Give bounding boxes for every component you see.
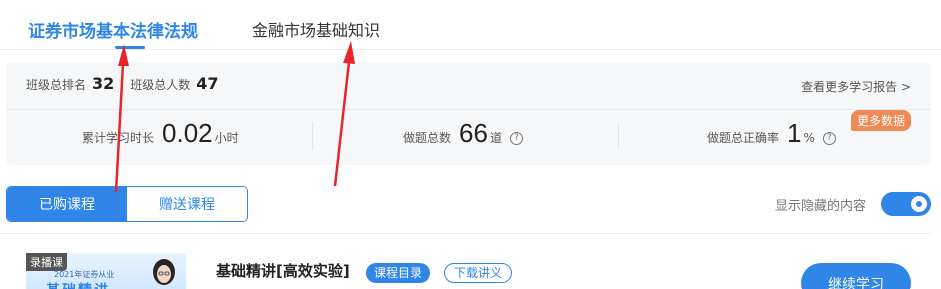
questions-unit: 道 <box>489 131 502 145</box>
accuracy-help-icon[interactable]: ? <box>822 132 836 145</box>
tab-securities-law[interactable]: 证券市场基本法律法规 <box>28 17 198 42</box>
download-handout-button[interactable]: 下载讲义 <box>444 263 513 283</box>
thumbnail-subtitle: 2021年证券从业 <box>54 270 115 279</box>
course-catalog-button[interactable]: 课程目录 <box>366 263 431 283</box>
course-title[interactable]: 基础精讲[高效实验] <box>216 260 350 281</box>
show-hidden-toggle[interactable] <box>881 192 931 216</box>
more-report-link[interactable]: 查看更多学习报告 > <box>801 78 911 95</box>
course-thumbnail[interactable]: 录播课 2021年证券从业 基础精讲 <box>26 253 186 289</box>
accuracy-label: 做题总正确率 <box>707 131 780 145</box>
study-time-label: 累计学习时长 <box>82 131 155 145</box>
questions-label: 做题总数 <box>403 131 452 145</box>
class-rank-value: 32 <box>92 74 115 93</box>
class-rank-label: 班级总排名 <box>26 78 87 92</box>
tab-financial-basics[interactable]: 金融市场基础知识 <box>252 17 380 41</box>
class-total-value: 47 <box>196 74 219 93</box>
list-divider <box>0 233 931 234</box>
purchased-courses-tab[interactable]: 已购课程 <box>7 187 127 221</box>
accuracy-unit: % <box>803 131 815 145</box>
accuracy-metric: 做题总正确率 1 % ? <box>707 118 836 149</box>
class-rank-row: 班级总排名 32 班级总人数 47 <box>26 74 235 96</box>
study-time-value: 0.02 <box>162 118 213 148</box>
metric-separator <box>618 122 619 150</box>
questions-help-icon[interactable]: ? <box>509 132 523 145</box>
toggle-knob <box>911 196 927 212</box>
stats-divider <box>6 109 931 110</box>
accuracy-value: 1 <box>787 118 802 148</box>
class-total-label: 班级总人数 <box>130 78 191 92</box>
more-data-badge[interactable]: 更多数据 <box>850 110 911 131</box>
subject-tabs: 证券市场基本法律法规 金融市场基础知识 <box>0 0 941 50</box>
gifted-courses-tab[interactable]: 赠送课程 <box>127 187 247 221</box>
questions-metric: 做题总数 66 道 ? <box>403 118 523 149</box>
active-tab-indicator <box>115 46 145 49</box>
study-time-metric: 累计学习时长 0.02 小时 <box>82 118 239 149</box>
study-time-unit: 小时 <box>214 131 239 145</box>
learning-stats-panel: 班级总排名 32 班级总人数 47 查看更多学习报告 > 累计学习时长 0.02… <box>6 62 931 165</box>
course-type-switch: 已购课程 赠送课程 <box>6 186 248 222</box>
show-hidden-label: 显示隐藏的内容 <box>775 199 867 214</box>
teacher-avatar <box>153 259 175 285</box>
continue-learning-button[interactable]: 继续学习 <box>801 263 911 289</box>
thumbnail-title: 基础精讲 <box>46 280 110 289</box>
metric-separator <box>312 122 313 150</box>
questions-value: 66 <box>459 118 488 148</box>
